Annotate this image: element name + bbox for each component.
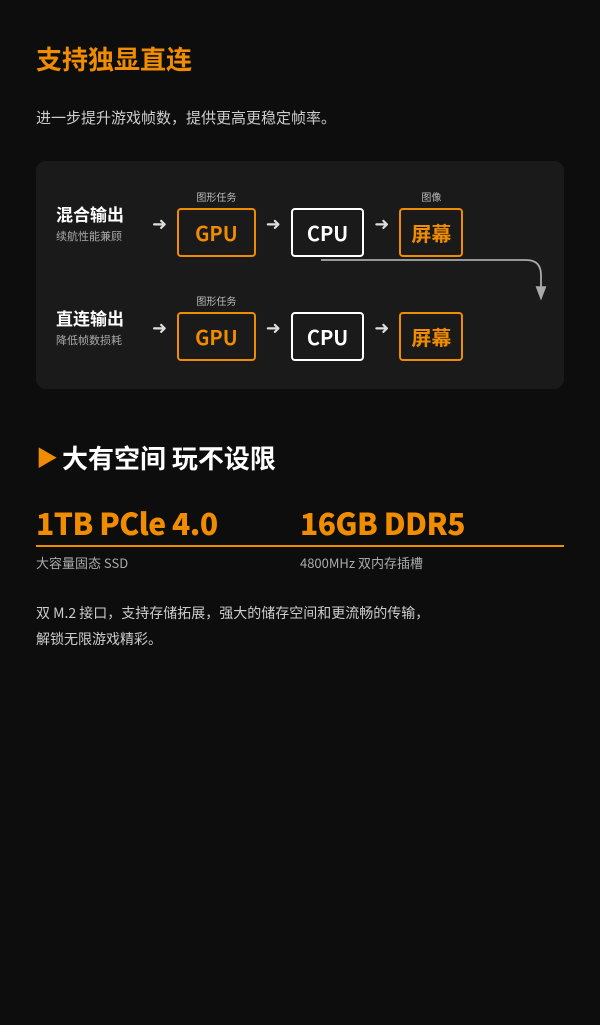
row1-main-label: 混合输出 [56,201,146,226]
gpu-wrapper-2: 图形任务 GPU [177,293,256,361]
section2-title-row: ▶ 大有空间 玩不设限 [36,439,564,476]
section2: ▶ 大有空间 玩不设限 1TB PCle 4.0 大容量固态 SSD 16GB … [36,439,564,653]
spec1-underline: 1TB PCle 4.0 [36,506,300,547]
section1-title: 支持独显直连 [36,40,564,77]
arrow5: ➜ [266,314,281,340]
arrow3: ➜ [374,210,389,236]
spec2-sub: 4800MHz 双内存插槽 [300,553,564,572]
row1-flow: ➜ 图形任务 GPU ➜ 图形任务 CPU ➜ 图像 屏幕 [146,189,544,257]
page-container: 支持独显直连 进一步提升游戏帧数，提供更高更稳定帧率。 混合输出 续航性能兼顾 … [0,0,600,729]
arrow1: ➜ [152,210,167,236]
row1-sub-label: 续航性能兼顾 [56,228,146,244]
row2-label: 直连输出 降低帧数损耗 [56,305,146,348]
spec1-main: 1TB PCle 4.0 [36,506,300,539]
diagram-box: 混合输出 续航性能兼顾 ➜ 图形任务 GPU ➜ 图形任务 CPU ➜ 图像 屏… [36,161,564,389]
row2-sub-label: 降低帧数损耗 [56,332,146,348]
section1-desc: 进一步提升游戏帧数，提供更高更稳定帧率。 [36,105,564,131]
arrow4: ➜ [152,314,167,340]
gpu-box-1: GPU [177,208,256,257]
diagram-row1: 混合输出 续航性能兼顾 ➜ 图形任务 GPU ➜ 图形任务 CPU ➜ 图像 屏… [56,189,544,257]
cpu-box-1: CPU [291,208,364,257]
gpu-wrapper-1: 图形任务 GPU [177,189,256,257]
row1-label: 混合输出 续航性能兼顾 [56,201,146,244]
specs-row: 1TB PCle 4.0 大容量固态 SSD 16GB DDR5 4800MHz… [36,506,564,572]
spec-item-1: 1TB PCle 4.0 大容量固态 SSD [36,506,300,572]
row2-main-label: 直连输出 [56,305,146,330]
cpu-wrapper-1: 图形任务 CPU [291,189,364,257]
gpu-tag-1: 图形任务 [196,189,236,204]
section2-desc: 双 M.2 接口，支持存储拓展，强大的储存空间和更流畅的传输，解锁无限游戏精彩。 [36,600,564,653]
gpu-tag-2: 图形任务 [196,293,236,308]
section2-title-text: 大有空间 玩不设限 [62,439,276,476]
screen-box-2: 屏幕 [399,312,463,361]
spec1-sub: 大容量固态 SSD [36,553,300,572]
screen-wrapper-1: 图像 屏幕 [399,189,463,257]
triangle-icon: ▶ [36,441,58,473]
img-tag-1: 图像 [421,189,441,204]
spec2-underline: 16GB DDR5 [300,506,564,547]
cpu-box-2: CPU [291,312,364,361]
spec2-main: 16GB DDR5 [300,506,564,539]
arrow2: ➜ [266,210,281,236]
arrow6: ➜ [374,314,389,340]
gpu-box-2: GPU [177,312,256,361]
spec-item-2: 16GB DDR5 4800MHz 双内存插槽 [300,506,564,572]
screen-box-1: 屏幕 [399,208,463,257]
row2-flow: ➜ 图形任务 GPU ➜ 图形任务 CPU ➜ 图像 屏幕 [146,293,544,361]
diagram-row2: 直连输出 降低帧数损耗 ➜ 图形任务 GPU ➜ 图形任务 CPU ➜ 图像 屏… [56,293,544,361]
screen-wrapper-2: 图像 屏幕 [399,293,463,361]
cpu-wrapper-2: 图形任务 CPU [291,293,364,361]
